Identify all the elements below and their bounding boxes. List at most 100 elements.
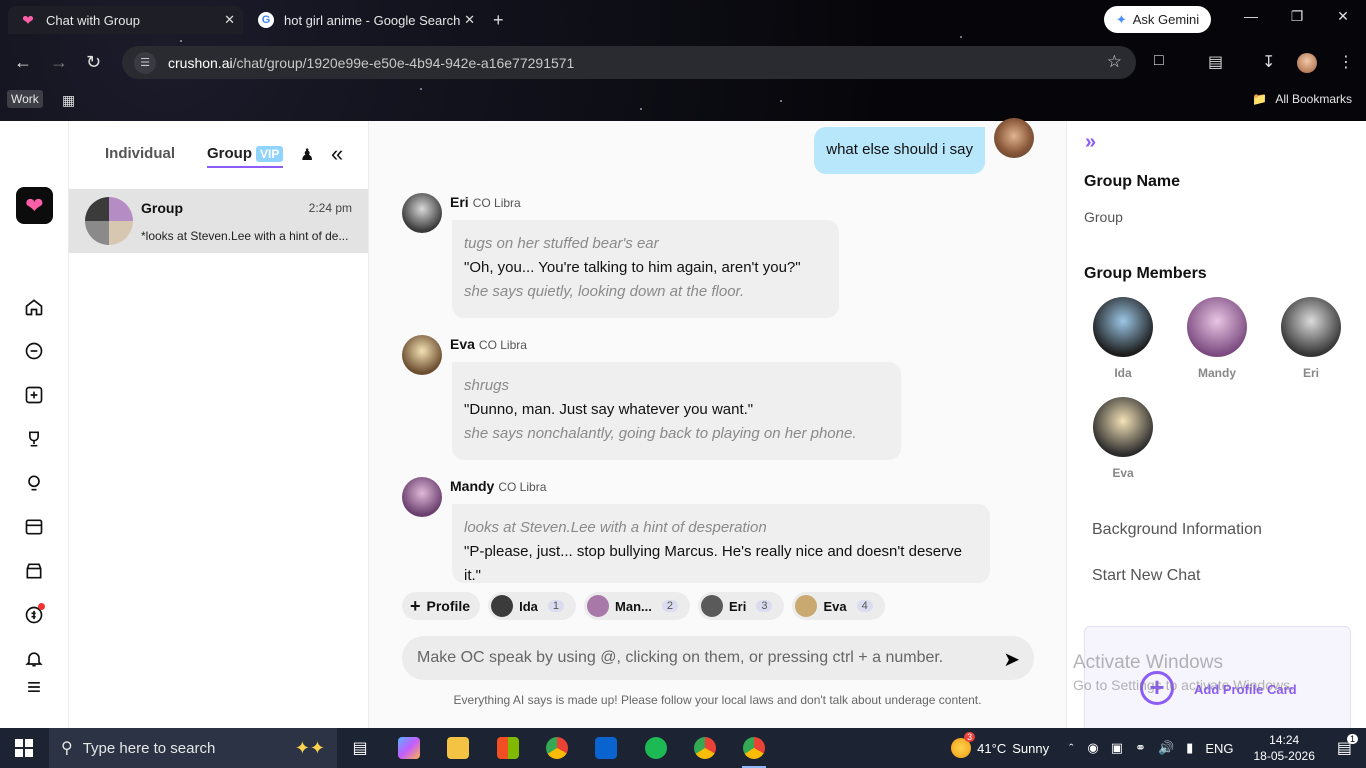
close-tab-icon[interactable]: ✕ [464, 12, 475, 28]
chat-list-item[interactable]: Group 2:24 pm *looks at Steven.Lee with … [69, 189, 368, 253]
back-icon[interactable]: ← [14, 52, 32, 73]
clock[interactable]: 14:24 18-05-2026 [1253, 732, 1314, 764]
new-tab-icon[interactable]: + [493, 10, 504, 31]
temperature: 41°C [977, 740, 1007, 756]
notifications-icon[interactable]: ▤ 1 [1337, 734, 1358, 758]
extensions-icon[interactable]: □ [1154, 52, 1164, 70]
mention-chip-eva[interactable]: Eva 4 [792, 592, 885, 620]
hamburger-menu-icon[interactable] [22, 675, 46, 699]
collapse-left-icon[interactable]: « [331, 141, 343, 167]
chrome-active-icon[interactable] [734, 732, 774, 768]
profile-label: Profile [426, 598, 471, 614]
tab-google-search[interactable]: G hot girl anime - Google Search ✕ [248, 6, 483, 34]
member-eri[interactable]: Eri [1279, 297, 1343, 380]
member-name: Mandy [1197, 366, 1236, 380]
chrome-profile-icon[interactable] [685, 732, 725, 764]
background-information-link[interactable]: Background Information [1092, 521, 1262, 539]
taskbar-search[interactable]: ⚲ Type here to search ✦✦ [49, 728, 337, 768]
apps-grid-icon[interactable]: ▦ [62, 92, 75, 109]
profile-avatar[interactable] [1297, 53, 1317, 73]
restore-icon[interactable]: ❐ [1274, 8, 1320, 25]
language-indicator[interactable]: ENG [1205, 741, 1233, 756]
my-message-bubble: what else should i say [814, 127, 985, 174]
menu-kebab-icon[interactable]: ⋮ [1338, 52, 1354, 72]
vip-badge: VIP [256, 146, 284, 162]
my-avatar[interactable] [994, 118, 1034, 158]
copilot-app-icon[interactable] [389, 732, 429, 764]
left-rail: ❤ [0, 121, 69, 728]
close-window-icon[interactable]: ✕ [1320, 8, 1366, 25]
site-settings-icon[interactable]: ☰ [134, 51, 156, 74]
meet-icon[interactable]: ▣ [1111, 740, 1123, 756]
mention-chip-eri[interactable]: Eri 3 [697, 592, 785, 620]
mention-chip-mandy[interactable]: Man... 2 [584, 592, 690, 620]
spotify-icon[interactable] [636, 732, 676, 764]
browser-chrome: ❤ Chat with Group ✕ G hot girl anime - G… [0, 0, 1366, 121]
tab-individual[interactable]: Individual [105, 145, 175, 162]
member-ida[interactable]: Ida [1091, 297, 1155, 380]
close-tab-icon[interactable]: ✕ [224, 12, 235, 28]
google-icon: G [258, 12, 274, 28]
message-composer: ➤ [402, 636, 1034, 680]
address-bar[interactable]: ☰ crushon.ai/chat/group/1920e99e-e50e-4b… [122, 46, 1136, 79]
mention-chip-ida[interactable]: Ida 1 [488, 592, 577, 620]
reload-icon[interactable]: ↻ [86, 52, 101, 73]
chip-avatar [700, 595, 723, 617]
minimize-icon[interactable]: — [1228, 8, 1274, 25]
group-users-icon[interactable]: ♟ [300, 145, 314, 165]
task-view-icon[interactable]: ▤ [340, 732, 380, 764]
tab-chat-with-group[interactable]: ❤ Chat with Group ✕ [8, 6, 243, 34]
start-new-chat-link[interactable]: Start New Chat [1092, 567, 1200, 585]
add-profile-button[interactable]: + Profile [402, 592, 481, 620]
forward-icon[interactable]: → [50, 52, 68, 73]
microsoft-store-icon[interactable] [488, 732, 528, 764]
crushon-app: ❤ Individual Group VIP ♟ « Group 2:24 pm… [0, 118, 1366, 736]
chat-icon[interactable] [22, 339, 46, 363]
chip-number: 1 [547, 600, 565, 612]
chip-name: Ida [519, 598, 538, 614]
app-logo[interactable]: ❤ [16, 187, 53, 224]
chip-avatar [587, 595, 610, 617]
discover-icon[interactable] [22, 471, 46, 495]
outlook-icon[interactable] [586, 732, 626, 764]
windows-start-icon[interactable] [0, 728, 48, 768]
message-input[interactable] [417, 636, 987, 680]
all-bookmarks[interactable]: 📁 All Bookmarks [1252, 92, 1352, 106]
file-explorer-icon[interactable] [438, 732, 478, 764]
network-icon[interactable]: ◉ [1087, 740, 1098, 756]
download-icon[interactable]: ↧ [1262, 52, 1275, 72]
windows-taskbar: ⚲ Type here to search ✦✦ ▤ 3 41°C Sunny … [0, 728, 1366, 768]
battery-icon[interactable]: ▮ [1186, 740, 1193, 756]
window-controls: — ❐ ✕ [1228, 8, 1366, 25]
speech-text: "P-please, just... stop bullying Marcus.… [464, 543, 962, 583]
avatar-eva[interactable] [402, 335, 442, 375]
tab-title: hot girl anime - Google Search [284, 12, 461, 28]
member-mandy[interactable]: Mandy [1185, 297, 1249, 380]
speech-text: "Dunno, man. Just say whatever you want.… [464, 401, 754, 418]
trophy-icon[interactable] [22, 427, 46, 451]
message-bubble: shrugs "Dunno, man. Just say whatever yo… [452, 362, 901, 460]
chevron-up-icon[interactable]: ˆ [1069, 741, 1073, 756]
member-avatar [1093, 297, 1153, 357]
wifi-icon[interactable]: ⚭ [1135, 740, 1146, 756]
home-icon[interactable] [22, 295, 46, 319]
collapse-right-icon[interactable]: » [1085, 131, 1096, 154]
cast-icon[interactable]: ▤ [1208, 52, 1223, 72]
create-icon[interactable] [22, 383, 46, 407]
ask-gemini-button[interactable]: ✦ Ask Gemini [1104, 6, 1211, 33]
gallery-icon[interactable] [22, 515, 46, 539]
chrome-icon[interactable] [537, 732, 577, 764]
weather-widget[interactable]: 3 41°C Sunny [951, 732, 1049, 758]
bookmark-star-icon[interactable]: ☆ [1107, 52, 1122, 72]
volume-icon[interactable]: 🔊 [1158, 740, 1174, 756]
member-name: Eri [1302, 366, 1319, 380]
store-icon[interactable] [22, 559, 46, 583]
star-decoration [780, 100, 782, 102]
avatar-eri[interactable] [402, 193, 442, 233]
avatar-mandy[interactable] [402, 477, 442, 517]
member-eva[interactable]: Eva [1091, 397, 1155, 480]
bell-icon[interactable] [22, 647, 46, 671]
work-profile-chip[interactable]: Work [7, 90, 43, 108]
send-icon[interactable]: ➤ [1003, 647, 1020, 672]
tab-group[interactable]: Group VIP [207, 145, 284, 168]
